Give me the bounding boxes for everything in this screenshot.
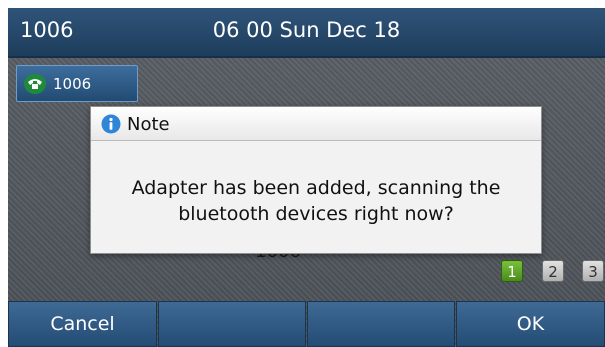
info-icon <box>101 114 121 134</box>
phone-handset-icon <box>24 74 46 94</box>
dialog-title: Note <box>127 114 170 135</box>
line-key-label: 1006 <box>53 75 92 93</box>
dialog-message-line-2: bluetooth devices right now? <box>178 203 454 225</box>
page-indicator-2[interactable]: 2 <box>542 260 564 282</box>
dialog-title-bar: Note <box>91 107 541 141</box>
line-key-1006[interactable]: 1006 <box>16 65 138 102</box>
softkey-3[interactable] <box>307 301 455 347</box>
phone-screen: 1006 06 00 Sun Dec 18 1006 1006 1 2 3 Ca… <box>8 8 605 347</box>
page-indicator-1[interactable]: 1 <box>501 260 523 282</box>
datetime-label: 06 00 Sun Dec 18 <box>212 18 401 42</box>
page-indicator-3[interactable]: 3 <box>582 260 604 282</box>
note-dialog: Note Adapter has been added, scanning th… <box>90 106 542 254</box>
dialog-message: Adapter has been added, scanning the blu… <box>111 175 521 227</box>
softkey-bar: Cancel OK <box>8 301 605 347</box>
softkey-2[interactable] <box>158 301 306 347</box>
cancel-softkey[interactable]: Cancel <box>8 301 157 347</box>
status-bar: 1006 06 00 Sun Dec 18 <box>8 8 605 58</box>
dialog-message-line-1: Adapter has been added, scanning the <box>131 177 501 199</box>
ok-softkey[interactable]: OK <box>456 301 605 347</box>
